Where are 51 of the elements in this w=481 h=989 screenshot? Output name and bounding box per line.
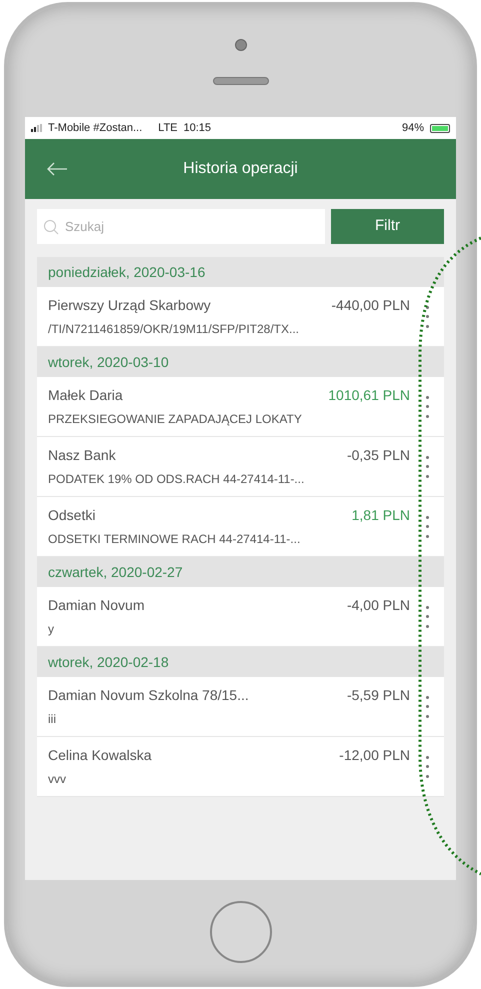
date-header: poniedziałek, 2020-03-16 (37, 257, 444, 287)
signal-icon (31, 124, 42, 132)
date-header: wtorek, 2020-02-18 (37, 647, 444, 677)
search-field[interactable]: Szukaj (37, 209, 325, 244)
amount: 1010,61 PLN (328, 386, 410, 405)
payee-name: Odsetki (48, 506, 96, 525)
more-options-icon[interactable] (424, 456, 430, 478)
transaction-row[interactable]: Damian Novum Szkolna 78/15... -5,59 PLN iii (37, 677, 444, 737)
filter-button[interactable]: Filtr (331, 209, 444, 244)
camera-icon (234, 39, 246, 51)
date-header: czwartek, 2020-02-27 (37, 557, 444, 587)
transaction-description: PRZEKSIEGOWANIE ZAPADAJĄCEJ LOKATY (48, 411, 303, 428)
amount: -12,00 PLN (339, 746, 410, 765)
amount: -440,00 PLN (331, 296, 410, 315)
transaction-description: ODSETKI TERMINOWE RACH 44-27414-11-... (48, 531, 302, 548)
clock-time: 10:15 (184, 120, 212, 136)
more-options-icon[interactable] (424, 396, 430, 418)
amount: -5,59 PLN (346, 686, 410, 705)
transaction-description: y (48, 621, 55, 638)
payee-name: Celina Kowalska (48, 746, 152, 765)
carrier-name: T-Mobile #Zostan... (48, 120, 142, 136)
speaker-icon (212, 77, 268, 85)
amount: -4,00 PLN (346, 596, 410, 615)
date-header: wtorek, 2020-03-10 (37, 347, 444, 377)
search-icon (43, 219, 59, 235)
more-options-icon[interactable] (424, 756, 430, 778)
network-type: LTE (158, 120, 178, 136)
payee-name: Pierwszy Urząd Skarbowy (48, 296, 211, 315)
transaction-description: vvv (48, 771, 67, 788)
transaction-description: iii (48, 711, 57, 728)
battery-percent: 94% (402, 120, 424, 136)
more-options-icon[interactable] (424, 516, 430, 538)
payee-name: Damian Novum Szkolna 78/15... (48, 686, 249, 705)
screen-title: Historia operacji (183, 159, 298, 179)
transaction-description: PODATEK 19% OD ODS.RACH 44-27414-11-... (48, 471, 306, 488)
battery-icon (430, 124, 450, 132)
payee-name: Małek Daria (48, 386, 123, 405)
more-options-icon[interactable] (424, 696, 430, 718)
transaction-row[interactable]: Pierwszy Urząd Skarbowy -440,00 PLN /TI/N7211461859/OKR/19M11/SFP/PIT28/TX... (37, 287, 444, 347)
payee-name: Nasz Bank (48, 446, 116, 465)
amount: 1,81 PLN (352, 506, 410, 525)
transaction-row[interactable]: Odsetki 1,81 PLN ODSETKI TERMINOWE RACH 44-27414-11-... (37, 497, 444, 557)
more-options-icon[interactable] (424, 606, 430, 628)
transaction-row[interactable]: Małek Daria 1010,61 PLN PRZEKSIEGOWANIE ZAPADAJĄCEJ LOKATY (37, 377, 444, 437)
payee-name: Damian Novum (48, 596, 144, 615)
more-options-icon[interactable] (424, 306, 430, 328)
transaction-description: /TI/N7211461859/OKR/19M11/SFP/PIT28/TX... (48, 321, 300, 338)
transaction-row[interactable]: Nasz Bank -0,35 PLN PODATEK 19% OD ODS.RACH 44-27414-11-... (37, 437, 444, 497)
amount: -0,35 PLN (346, 446, 410, 465)
transaction-row[interactable]: Damian Novum -4,00 PLN y (37, 587, 444, 647)
transaction-row[interactable]: Celina Kowalska -12,00 PLN vvv (37, 737, 444, 797)
